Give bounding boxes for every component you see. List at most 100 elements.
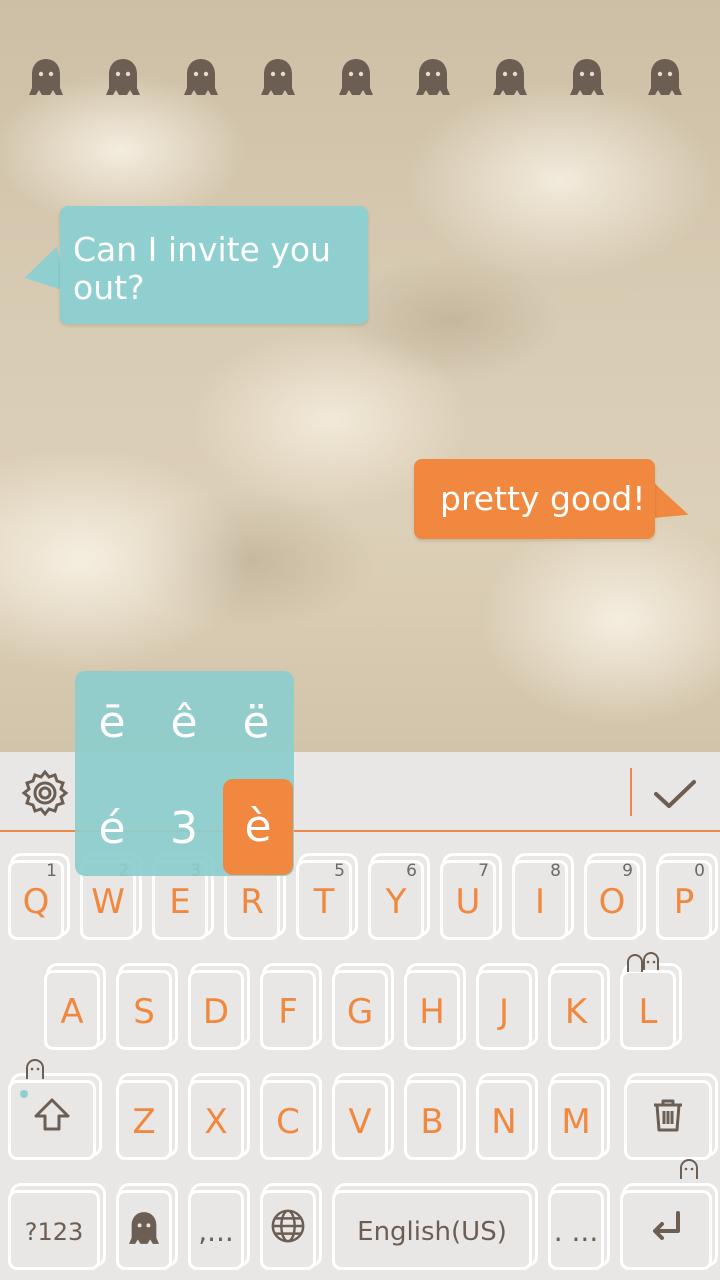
key-label: R	[240, 882, 264, 922]
accent-option-selected[interactable]: è	[223, 779, 293, 875]
ghost-icon	[106, 58, 140, 96]
ghost-icon	[184, 58, 218, 96]
enter-key[interactable]	[620, 1190, 712, 1270]
language-key[interactable]	[260, 1190, 316, 1270]
key-label: M	[561, 1102, 591, 1142]
key-x[interactable]: X	[188, 1080, 244, 1160]
key-hint: 5	[334, 861, 345, 881]
key-label: S	[133, 992, 155, 1032]
key-a[interactable]: A	[44, 970, 100, 1050]
ghost-icon	[678, 1158, 700, 1185]
key-label: L	[638, 992, 658, 1032]
key-hint: 9	[622, 861, 633, 881]
key-label: X	[204, 1102, 228, 1142]
settings-icon[interactable]	[20, 768, 70, 818]
outgoing-message-bubble: pretty good!	[414, 459, 655, 539]
key-label: P	[673, 882, 695, 922]
delete-icon	[648, 1085, 688, 1163]
key-label: Z	[132, 1102, 156, 1142]
suggestion-divider	[630, 768, 632, 816]
ghost-icon-row	[0, 58, 720, 98]
shift-indicator-dot	[20, 1090, 28, 1098]
key-hint: 1	[46, 861, 57, 881]
ghost-icon	[129, 1195, 159, 1273]
check-icon[interactable]	[650, 772, 700, 816]
key-label: V	[348, 1102, 372, 1142]
emoji-key[interactable]	[116, 1190, 172, 1270]
ghost-icon	[624, 950, 668, 979]
key-label: . ...	[553, 1215, 599, 1248]
period-key[interactable]: . ...	[548, 1190, 604, 1270]
ghost-icon	[339, 58, 373, 96]
ghost-icon	[493, 58, 527, 96]
key-label: J	[498, 992, 510, 1032]
key-label: K	[564, 992, 588, 1032]
key-label: F	[278, 992, 298, 1032]
key-l[interactable]: L	[620, 970, 676, 1050]
accent-option[interactable]: ê	[149, 675, 219, 771]
delete-key[interactable]	[624, 1080, 712, 1160]
ghost-icon	[24, 1058, 46, 1085]
accent-option[interactable]: ë	[221, 675, 291, 771]
key-n[interactable]: N	[476, 1080, 532, 1160]
key-p[interactable]: 0P	[656, 860, 712, 940]
shift-icon	[32, 1085, 72, 1163]
key-hint: 0	[694, 861, 705, 881]
key-c[interactable]: C	[260, 1080, 316, 1160]
accent-option[interactable]: é	[77, 781, 147, 877]
key-g[interactable]: G	[332, 970, 388, 1050]
key-label: Q	[22, 882, 50, 922]
comma-key[interactable]: ,...	[188, 1190, 244, 1270]
key-z[interactable]: Z	[116, 1080, 172, 1160]
key-label: E	[169, 882, 191, 922]
key-label: D	[202, 992, 230, 1032]
key-label: ,...	[198, 1215, 234, 1248]
chat-background	[0, 0, 720, 752]
accent-option[interactable]: 3	[149, 781, 219, 877]
accent-popup: ē ê ë é 3 è	[75, 671, 294, 876]
key-o[interactable]: 9O	[584, 860, 640, 940]
key-label: G	[346, 992, 374, 1032]
key-f[interactable]: F	[260, 970, 316, 1050]
key-label: O	[598, 882, 626, 922]
space-key[interactable]: English(US)	[332, 1190, 532, 1270]
key-s[interactable]: S	[116, 970, 172, 1050]
key-u[interactable]: 7U	[440, 860, 496, 940]
key-label: I	[534, 882, 546, 922]
key-label: C	[276, 1102, 300, 1142]
enter-icon	[646, 1195, 686, 1273]
key-label: N	[491, 1102, 517, 1142]
ghost-icon	[261, 58, 295, 96]
key-label: U	[455, 882, 481, 922]
key-t[interactable]: 5T	[296, 860, 352, 940]
key-q[interactable]: 1Q	[8, 860, 64, 940]
key-hint: 7	[478, 861, 489, 881]
key-m[interactable]: M	[548, 1080, 604, 1160]
globe-icon	[269, 1195, 307, 1273]
key-v[interactable]: V	[332, 1080, 388, 1160]
key-h[interactable]: H	[404, 970, 460, 1050]
ghost-icon	[416, 58, 450, 96]
key-y[interactable]: 6Y	[368, 860, 424, 940]
key-hint: 6	[406, 861, 417, 881]
key-label: ?123	[24, 1218, 84, 1246]
key-i[interactable]: 8I	[512, 860, 568, 940]
ghost-icon	[648, 58, 682, 96]
key-label: B	[420, 1102, 444, 1142]
key-d[interactable]: D	[188, 970, 244, 1050]
key-b[interactable]: B	[404, 1080, 460, 1160]
key-label: T	[313, 882, 335, 922]
key-label: Y	[385, 882, 407, 922]
key-label: A	[60, 992, 84, 1032]
ghost-icon	[570, 58, 604, 96]
ghost-icon	[29, 58, 63, 96]
incoming-message-bubble: Can I invite you out?	[60, 206, 368, 324]
key-label: W	[91, 882, 125, 922]
key-label: H	[419, 992, 445, 1032]
key-hint: 8	[550, 861, 561, 881]
symbols-key[interactable]: ?123	[8, 1190, 100, 1270]
key-label: English(US)	[357, 1217, 507, 1247]
key-k[interactable]: K	[548, 970, 604, 1050]
accent-option[interactable]: ē	[77, 675, 147, 771]
key-j[interactable]: J	[476, 970, 532, 1050]
